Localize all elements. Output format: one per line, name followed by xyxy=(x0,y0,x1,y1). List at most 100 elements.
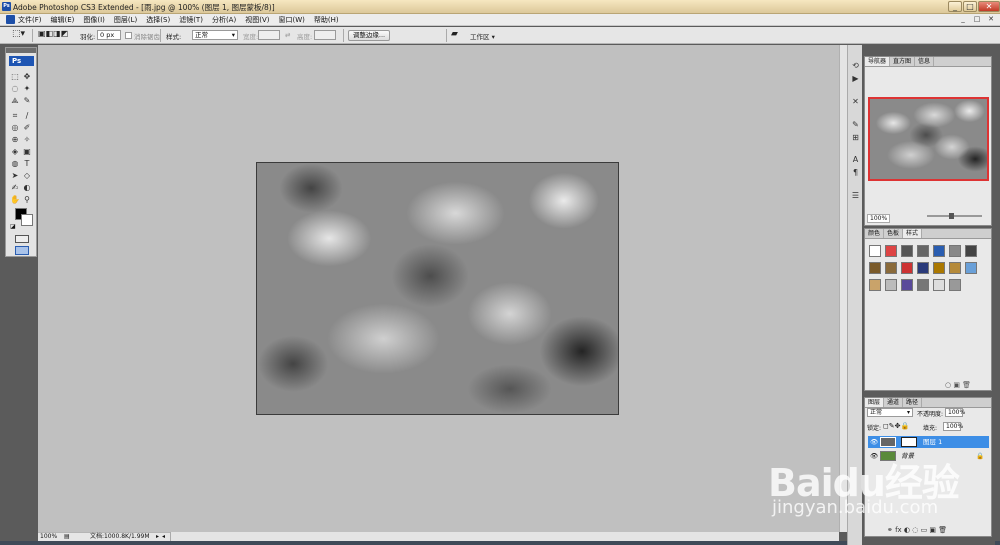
layer-comps-icon[interactable]: ☰ xyxy=(850,190,861,201)
brush-tool-icon[interactable]: ∕ xyxy=(22,111,32,120)
menu-filter[interactable]: 滤镜(T) xyxy=(179,15,203,25)
healing-brush-tool-icon[interactable]: ⌗ xyxy=(10,111,20,120)
default-colors-icon[interactable]: ◪ xyxy=(10,223,16,230)
style-swatch[interactable] xyxy=(869,262,881,274)
width-input[interactable] xyxy=(258,30,280,40)
style-swatch[interactable] xyxy=(869,245,881,257)
menu-file[interactable]: 文件(F) xyxy=(18,15,42,25)
styles-footer-icons[interactable]: ○ ▣ 🗑 xyxy=(945,381,971,389)
zoom-tool-icon[interactable]: ⚲ xyxy=(22,195,32,204)
layer-row-1[interactable]: 👁 图层 1 xyxy=(868,436,989,448)
background-color-swatch[interactable] xyxy=(21,214,33,226)
navigator-zoom-slider[interactable] xyxy=(927,215,982,217)
feather-input[interactable]: 0 px xyxy=(97,30,121,40)
tab-info[interactable]: 信息 xyxy=(915,57,935,66)
style-swatch[interactable] xyxy=(933,279,945,291)
pen-tool-icon[interactable]: ◍ xyxy=(10,159,20,168)
quick-mask-icon[interactable] xyxy=(15,235,29,243)
close-button[interactable]: ✕ xyxy=(978,1,1000,12)
tool-presets-icon[interactable]: ✕ xyxy=(850,96,861,107)
lasso-tool-icon[interactable]: ◌ xyxy=(10,84,20,93)
eraser-tool-icon[interactable]: ⊕ xyxy=(10,135,20,144)
type-tool-icon[interactable]: T xyxy=(22,159,32,168)
slice-tool-icon[interactable]: ✎ xyxy=(22,96,32,105)
magic-wand-tool-icon[interactable]: ✦ xyxy=(22,84,32,93)
height-input[interactable] xyxy=(314,30,336,40)
doc-close-button[interactable]: ✕ xyxy=(986,15,996,24)
style-select[interactable]: 正常 ▾ xyxy=(192,30,238,40)
style-swatch[interactable] xyxy=(917,245,929,257)
actions-panel-icon[interactable]: ▶ xyxy=(850,73,861,84)
swap-icon[interactable]: ⇄ xyxy=(285,31,290,39)
doc-restore-button[interactable]: □ xyxy=(972,15,982,24)
lock-icons[interactable]: ◻✎✥🔒 xyxy=(883,422,909,430)
dodge-tool-icon[interactable]: ▣ xyxy=(22,147,32,156)
status-menu-arrow-icon[interactable]: ▸ xyxy=(156,533,159,541)
history-panel-icon[interactable]: ⟲ xyxy=(850,60,861,71)
style-swatch[interactable] xyxy=(917,262,929,274)
tab-channels[interactable]: 通道 xyxy=(884,398,904,407)
style-swatch[interactable] xyxy=(949,245,961,257)
path-selection-tool-icon[interactable]: ➤ xyxy=(10,171,20,180)
eye-icon[interactable]: 👁 xyxy=(870,436,878,448)
clone-source-icon[interactable]: ⊞ xyxy=(850,132,861,143)
document-image-clouds[interactable] xyxy=(256,162,619,415)
selection-mode-icons[interactable]: ▣◧◨◩ xyxy=(38,29,68,38)
style-swatch[interactable] xyxy=(965,245,977,257)
brushes-panel-icon[interactable]: ✎ xyxy=(850,119,861,130)
style-swatch[interactable] xyxy=(949,262,961,274)
refine-edge-button[interactable]: 调整边缘... xyxy=(348,30,390,41)
paragraph-panel-icon[interactable]: ¶ xyxy=(850,167,861,178)
move-tool-icon[interactable]: ✥ xyxy=(22,72,32,81)
marquee-tool-icon[interactable]: ⬚ xyxy=(10,72,20,81)
style-swatch[interactable] xyxy=(949,279,961,291)
history-brush-tool-icon[interactable]: ✐ xyxy=(22,123,32,132)
tab-styles[interactable]: 样式 xyxy=(903,229,923,238)
eyedropper-tool-icon[interactable]: ◐ xyxy=(22,183,32,192)
toolbox-header[interactable] xyxy=(6,48,36,53)
shape-tool-icon[interactable]: ◇ xyxy=(22,171,32,180)
style-swatch[interactable] xyxy=(901,262,913,274)
navigator-zoom-field[interactable]: 100% xyxy=(867,214,891,223)
tab-paths[interactable]: 路径 xyxy=(903,398,923,407)
maximize-button[interactable]: □ xyxy=(963,1,977,12)
menu-view[interactable]: 视图(V) xyxy=(245,15,269,25)
style-swatch[interactable] xyxy=(885,262,897,274)
fill-input[interactable]: 100% xyxy=(943,422,963,431)
navigator-zoom-slider-handle[interactable] xyxy=(949,213,954,219)
blur-tool-icon[interactable]: ◈ xyxy=(10,147,20,156)
style-swatch[interactable] xyxy=(965,262,977,274)
style-swatch[interactable] xyxy=(901,279,913,291)
character-panel-icon[interactable]: A xyxy=(850,154,861,165)
menu-analysis[interactable]: 分析(A) xyxy=(212,15,236,25)
gradient-tool-icon[interactable]: ✧ xyxy=(22,135,32,144)
doc-minimize-button[interactable]: _ xyxy=(958,15,968,24)
marquee-tool-preset-icon[interactable]: ⬚▾ xyxy=(12,29,25,39)
notes-tool-icon[interactable]: ✍ xyxy=(10,183,20,192)
style-swatch[interactable] xyxy=(869,279,881,291)
tab-color[interactable]: 颜色 xyxy=(865,229,885,238)
tab-histogram[interactable]: 直方图 xyxy=(890,57,916,66)
layers-footer-icons[interactable]: ⚭ fx ◐ ◌ ▭ ▣ 🗑 xyxy=(887,526,947,534)
tab-swatches[interactable]: 色板 xyxy=(884,229,904,238)
navigator-thumbnail[interactable] xyxy=(868,97,989,181)
menu-image[interactable]: 图像(I) xyxy=(83,15,105,25)
menu-help[interactable]: 帮助(H) xyxy=(314,15,339,25)
scroll-left-icon[interactable]: ◂ xyxy=(162,533,165,541)
opacity-input[interactable]: 100% xyxy=(945,408,965,417)
horizontal-scrollbar[interactable] xyxy=(170,532,839,541)
antialias-checkbox[interactable] xyxy=(125,32,132,39)
tab-layers[interactable]: 图层 xyxy=(865,398,885,407)
screen-mode-icon[interactable] xyxy=(15,246,29,255)
style-swatch[interactable] xyxy=(917,279,929,291)
menu-layer[interactable]: 图层(L) xyxy=(114,15,137,25)
style-swatch[interactable] xyxy=(933,245,945,257)
menu-edit[interactable]: 编辑(E) xyxy=(51,15,75,25)
workspace-button[interactable]: 工作区 ▾ xyxy=(470,31,495,41)
blend-mode-select[interactable]: 正常 ▾ xyxy=(867,408,913,417)
clone-stamp-tool-icon[interactable]: ◎ xyxy=(10,123,20,132)
style-swatch[interactable] xyxy=(885,245,897,257)
style-swatch[interactable] xyxy=(933,262,945,274)
zoom-level[interactable]: 100% xyxy=(40,533,57,541)
minimize-button[interactable]: _ xyxy=(948,1,962,12)
